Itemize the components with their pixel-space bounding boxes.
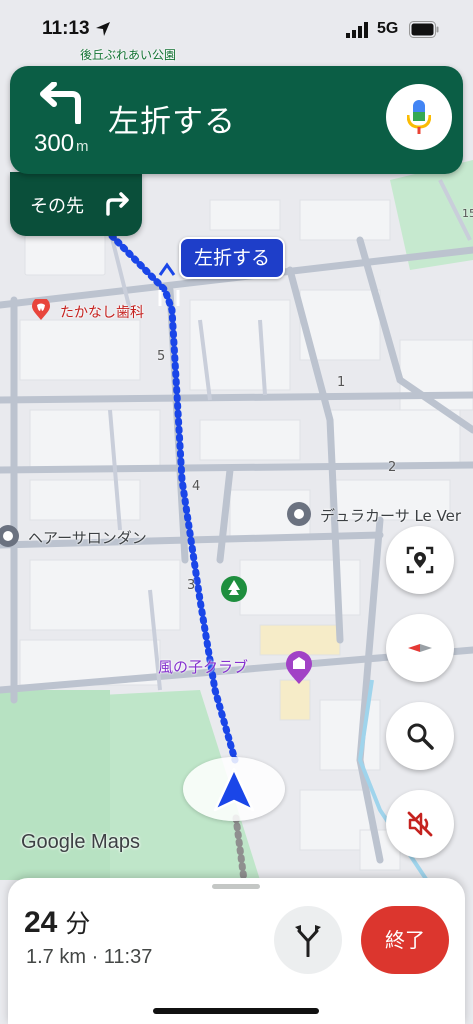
duration-value: 24 — [24, 906, 58, 939]
trip-summary-sheet[interactable]: 24 分 1.7 km · 11:37 終了 — [8, 878, 465, 1024]
current-location-puck — [183, 757, 285, 821]
apartment-pin-icon[interactable] — [286, 501, 312, 527]
map-label-dentist[interactable]: たかなし歯科 — [60, 302, 144, 322]
search-icon — [407, 723, 434, 750]
map-label-apartment[interactable]: デュラカーサ Le Ver — [320, 505, 461, 526]
voice-search-button[interactable] — [386, 84, 452, 150]
route-options-button[interactable] — [274, 906, 342, 974]
distance-unit: m — [76, 138, 89, 155]
distance-to-turn: 300 m — [34, 130, 89, 158]
navigation-arrow-icon — [213, 767, 255, 812]
status-bar: 11:13 5G — [0, 0, 473, 56]
route-options-icon — [295, 925, 321, 957]
home-indicator[interactable] — [153, 1008, 319, 1014]
map-label-salon[interactable]: ヘアーサロンダン — [28, 527, 147, 548]
street-number: 1 — [337, 375, 346, 390]
salon-pin-icon[interactable] — [0, 523, 20, 551]
network-type: 5G — [377, 20, 399, 37]
street-number: 5 — [157, 349, 166, 364]
trip-duration: 24 分 — [24, 904, 90, 940]
location-search-icon — [406, 546, 434, 574]
signal-icon — [346, 22, 368, 38]
street-number: 4 — [192, 479, 201, 494]
park-pin-icon[interactable] — [220, 575, 248, 603]
location-arrow-icon — [96, 22, 110, 36]
end-navigation-button[interactable]: 終了 — [361, 906, 449, 974]
navigation-instruction-card[interactable]: 300 m 左折する — [10, 66, 463, 174]
trip-distance-arrival: 1.7 km · 11:37 — [26, 946, 153, 968]
status-time: 11:13 — [42, 18, 90, 39]
turn-left-icon — [40, 82, 81, 124]
club-pin-icon[interactable] — [285, 651, 313, 685]
google-maps-logo: Google Maps — [21, 831, 140, 853]
sound-off-icon — [407, 811, 433, 837]
distance-value: 300 — [34, 130, 75, 157]
sheet-drag-handle[interactable] — [212, 884, 260, 889]
compass-button[interactable] — [386, 614, 454, 682]
turn-right-icon — [106, 192, 129, 216]
turn-instruction: 左折する — [108, 104, 236, 140]
compass-icon — [408, 644, 432, 652]
street-number: 15 — [462, 207, 473, 220]
search-along-route-button[interactable] — [386, 702, 454, 770]
map-turn-callout: 左折する — [179, 237, 285, 279]
next-maneuver-card[interactable]: その先 — [10, 172, 142, 236]
mute-button[interactable] — [386, 790, 454, 858]
battery-icon — [409, 21, 439, 38]
dentist-pin-icon[interactable] — [31, 299, 51, 321]
then-label: その先 — [30, 196, 84, 217]
street-number: 3 — [187, 578, 196, 593]
location-search-button[interactable] — [386, 526, 454, 594]
map-label-club[interactable]: 風の子クラブ — [158, 656, 248, 677]
microphone-icon — [407, 100, 431, 134]
street-number: 2 — [388, 460, 397, 475]
duration-unit: 分 — [65, 909, 91, 938]
